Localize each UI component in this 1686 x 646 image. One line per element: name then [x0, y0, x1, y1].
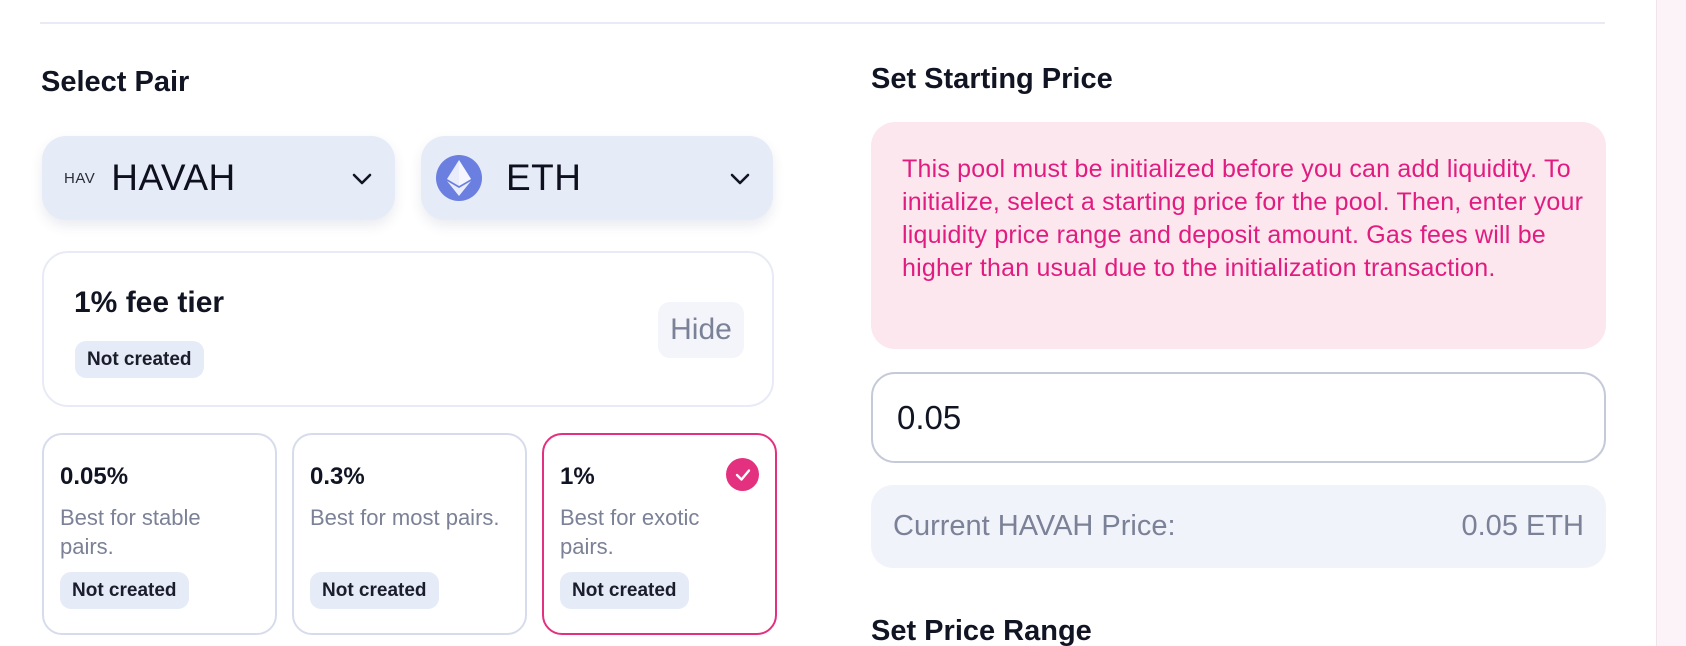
- status-badge: Not created: [75, 341, 204, 378]
- token-b-symbol: ETH: [506, 157, 582, 198]
- current-price-row: Current HAVAH Price: 0.05 ETH: [871, 485, 1606, 568]
- status-badge: Not created: [560, 572, 689, 609]
- current-price-value: 0.05 ETH: [1461, 510, 1585, 542]
- add-liquidity-page: Select Pair HAV HAVAH ETH 1% fee tier No…: [0, 0, 1686, 646]
- right-gutter: [1656, 0, 1686, 646]
- starting-price-input[interactable]: [871, 372, 1606, 463]
- current-price-label: Current HAVAH Price:: [893, 510, 1176, 542]
- status-badge: Not created: [310, 572, 439, 609]
- fee-tier-card-0-05[interactable]: 0.05% Best for stable pairs. Not created: [42, 433, 277, 635]
- fee-tier-description: Best for stable pairs.: [60, 505, 201, 559]
- fee-tier-description: Best for most pairs.: [310, 505, 500, 530]
- fee-tier-card-1[interactable]: 1% Best for exotic pairs. Not created: [542, 433, 777, 635]
- set-price-range-title: Set Price Range: [871, 615, 1092, 646]
- eth-logo-icon: [436, 155, 482, 201]
- fee-tier-percent: 1%: [560, 463, 595, 490]
- havah-logo: HAV: [64, 169, 96, 187]
- initialization-notice-text: This pool must be initialized before you…: [902, 155, 1584, 282]
- select-pair-title: Select Pair: [41, 66, 190, 98]
- fee-tier-card-0-3[interactable]: 0.3% Best for most pairs. Not created: [292, 433, 527, 635]
- chevron-down-icon: [352, 173, 372, 185]
- initialization-notice: This pool must be initialized before you…: [871, 122, 1606, 349]
- fee-tier-summary-title: 1% fee tier: [74, 286, 225, 319]
- fee-tier-description: Best for exotic pairs.: [560, 505, 700, 559]
- token-b-selector[interactable]: ETH: [421, 136, 773, 220]
- fee-tier-percent: 0.3%: [310, 463, 365, 490]
- hide-button[interactable]: Hide: [658, 302, 744, 358]
- top-divider: [40, 22, 1605, 24]
- token-a-symbol: HAVAH: [111, 157, 236, 198]
- fee-tier-percent: 0.05%: [60, 463, 129, 490]
- set-starting-price-title: Set Starting Price: [871, 63, 1113, 95]
- fee-tier-summary: 1% fee tier Not created Hide: [42, 251, 774, 407]
- checkmark-icon: [726, 458, 759, 491]
- token-a-selector[interactable]: HAV HAVAH: [42, 136, 395, 220]
- chevron-down-icon: [730, 173, 750, 185]
- status-badge: Not created: [60, 572, 189, 609]
